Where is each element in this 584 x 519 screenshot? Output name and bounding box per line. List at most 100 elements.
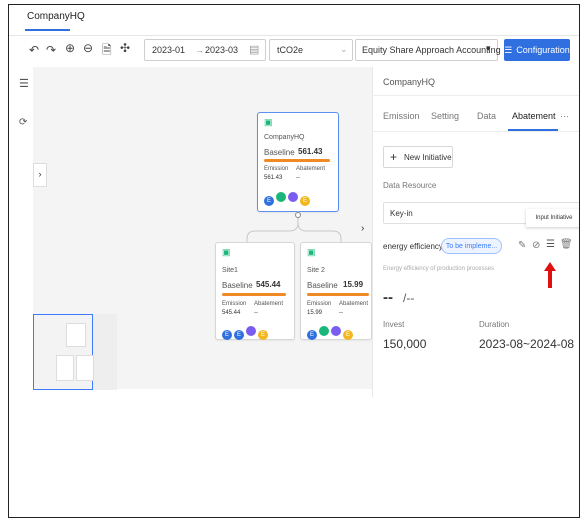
tab-more[interactable]: ··· bbox=[560, 111, 569, 121]
panel-title: CompanyHQ bbox=[383, 77, 436, 87]
yellow-icon: E bbox=[258, 330, 268, 340]
zoom-in-icon[interactable]: ⊕ bbox=[65, 41, 75, 55]
tooltip: Input Initiative bbox=[526, 209, 579, 227]
reduction-value: -- bbox=[383, 289, 393, 306]
menu-icon: ☰ bbox=[504, 44, 513, 55]
tab-emission[interactable]: Emission bbox=[383, 111, 420, 121]
initiative-subtitle: Energy efficiency of production processe… bbox=[383, 266, 494, 272]
baseline-label: Baseline bbox=[307, 281, 338, 290]
undo-icon[interactable]: ↶ bbox=[29, 43, 39, 57]
status-badge: To be impleme... bbox=[441, 238, 502, 254]
minimap-node bbox=[56, 355, 74, 381]
redo-icon[interactable]: ↷ bbox=[46, 43, 56, 57]
zoom-out-icon[interactable]: ⊖ bbox=[83, 41, 93, 55]
baseline-bar bbox=[307, 293, 369, 296]
unit-select[interactable]: tCO2e ⌄ bbox=[269, 39, 353, 61]
minimap-node bbox=[76, 355, 94, 381]
node-companyhq[interactable]: ▣ CompanyHQ Baseline 561.43 Emission Aba… bbox=[257, 112, 339, 212]
divider bbox=[9, 35, 579, 36]
end-date: 2023-03 bbox=[205, 45, 239, 55]
fit-screen-icon[interactable]: ✣ bbox=[120, 41, 130, 55]
duration-label: Duration bbox=[479, 320, 510, 329]
configuration-label: Configuration bbox=[516, 45, 570, 55]
new-initiative-label: New Initiative bbox=[404, 153, 452, 162]
tab-abatement[interactable]: Abatement bbox=[512, 111, 556, 121]
building-icon: ▣ bbox=[307, 247, 316, 257]
document-icon[interactable]: 🗎 bbox=[102, 41, 112, 62]
start-date: 2023-01 bbox=[152, 45, 186, 55]
approach-select[interactable]: Equity Share Approach Accounting ▾ bbox=[355, 39, 501, 61]
chevron-down-icon: ⌄ bbox=[340, 44, 348, 54]
abatement-value: -- bbox=[339, 310, 343, 316]
emission-value: 561.43 bbox=[264, 175, 283, 181]
baseline-label: Baseline bbox=[222, 281, 253, 290]
emission-label: Emission bbox=[307, 301, 332, 307]
baseline-value: 15.99 bbox=[343, 280, 364, 289]
red-arrow-icon bbox=[544, 262, 556, 288]
node-site1[interactable]: ▣ Site1 Baseline 545.44 Emission Abateme… bbox=[215, 242, 295, 340]
link-icon[interactable]: ⊘ bbox=[532, 240, 540, 251]
building-icon: ▣ bbox=[264, 117, 273, 127]
date-range-picker[interactable]: 2023-01 → 2023-03 ▤ bbox=[144, 39, 266, 61]
invest-label: Invest bbox=[383, 320, 405, 329]
baseline-bar bbox=[222, 293, 286, 296]
emission-value: 15.99 bbox=[307, 310, 323, 316]
data-resource-value: Key-in bbox=[390, 209, 413, 218]
invest-value: 150,000 bbox=[383, 337, 427, 351]
divider bbox=[373, 131, 579, 132]
scroll-right-icon[interactable]: › bbox=[361, 223, 364, 234]
node-name: Site1 bbox=[222, 267, 238, 274]
baseline-value: 545.44 bbox=[256, 280, 281, 289]
purple-icon bbox=[288, 192, 298, 202]
abatement-label: Abatement bbox=[254, 301, 284, 307]
emission-icon: E bbox=[307, 330, 317, 340]
emission-icon: E bbox=[264, 196, 274, 206]
new-initiative-button[interactable]: + New Initiative bbox=[383, 146, 453, 168]
yellow-icon: E bbox=[343, 330, 353, 340]
tab-data[interactable]: Data bbox=[477, 111, 496, 121]
minimap[interactable] bbox=[33, 314, 94, 390]
expand-left-icon[interactable]: › bbox=[33, 163, 47, 187]
emission-icon: E bbox=[222, 330, 232, 340]
input-initiative-icon[interactable]: ☰ bbox=[546, 239, 555, 250]
abatement-label: Abatement bbox=[296, 166, 326, 172]
range-arrow: → bbox=[195, 45, 204, 55]
yellow-icon: E bbox=[300, 196, 310, 206]
purple-icon bbox=[246, 326, 256, 336]
status-dots: EE bbox=[264, 189, 312, 207]
plus-icon: + bbox=[390, 150, 398, 164]
emission-label: Emission bbox=[264, 166, 289, 172]
baseline-value: 561.43 bbox=[298, 147, 323, 156]
abatement-value: -- bbox=[254, 310, 258, 316]
status-dots: EE bbox=[307, 323, 355, 341]
abatement-value: -- bbox=[296, 175, 300, 181]
divider bbox=[373, 95, 579, 96]
active-tab-indicator bbox=[25, 29, 70, 31]
tab-setting[interactable]: Setting bbox=[431, 111, 459, 121]
duration-value: 2023-08~2024-08 bbox=[479, 337, 575, 351]
blue-icon: E bbox=[234, 330, 244, 340]
detail-panel: CompanyHQ Emission Setting Data Abatemen… bbox=[372, 67, 579, 397]
status-dots: EEE bbox=[222, 323, 270, 341]
app-window: CompanyHQ ↶ ↷ ⊕ ⊖ 🗎 ✣ 2023-01 → 2023-03 … bbox=[8, 4, 580, 518]
chevron-down-icon: ▾ bbox=[486, 43, 491, 53]
abatement-label: Abatement bbox=[339, 301, 369, 307]
configuration-button[interactable]: ☰ Configuration bbox=[504, 39, 570, 61]
green-icon bbox=[276, 192, 286, 202]
list-icon[interactable]: ☰ bbox=[19, 77, 29, 90]
baseline-bar bbox=[264, 159, 330, 162]
emission-value: 545.44 bbox=[222, 310, 241, 316]
green-icon bbox=[319, 326, 329, 336]
refresh-icon[interactable]: ⟳ bbox=[19, 117, 27, 128]
data-resource-label: Data Resource bbox=[383, 181, 437, 190]
header-tab-companyhq[interactable]: CompanyHQ bbox=[27, 11, 85, 22]
purple-icon bbox=[331, 326, 341, 336]
edit-icon[interactable]: ✎ bbox=[518, 240, 526, 251]
initiative-title: energy efficiency bbox=[383, 242, 443, 251]
approach-value: Equity Share Approach Accounting bbox=[362, 45, 501, 55]
unit-value: tCO2e bbox=[277, 45, 304, 55]
delete-icon[interactable]: 🗑 bbox=[560, 239, 573, 250]
node-site2[interactable]: ▣ Site 2 Baseline 15.99 Emission Abateme… bbox=[300, 242, 372, 340]
emission-label: Emission bbox=[222, 301, 247, 307]
minimap-node bbox=[66, 323, 86, 347]
